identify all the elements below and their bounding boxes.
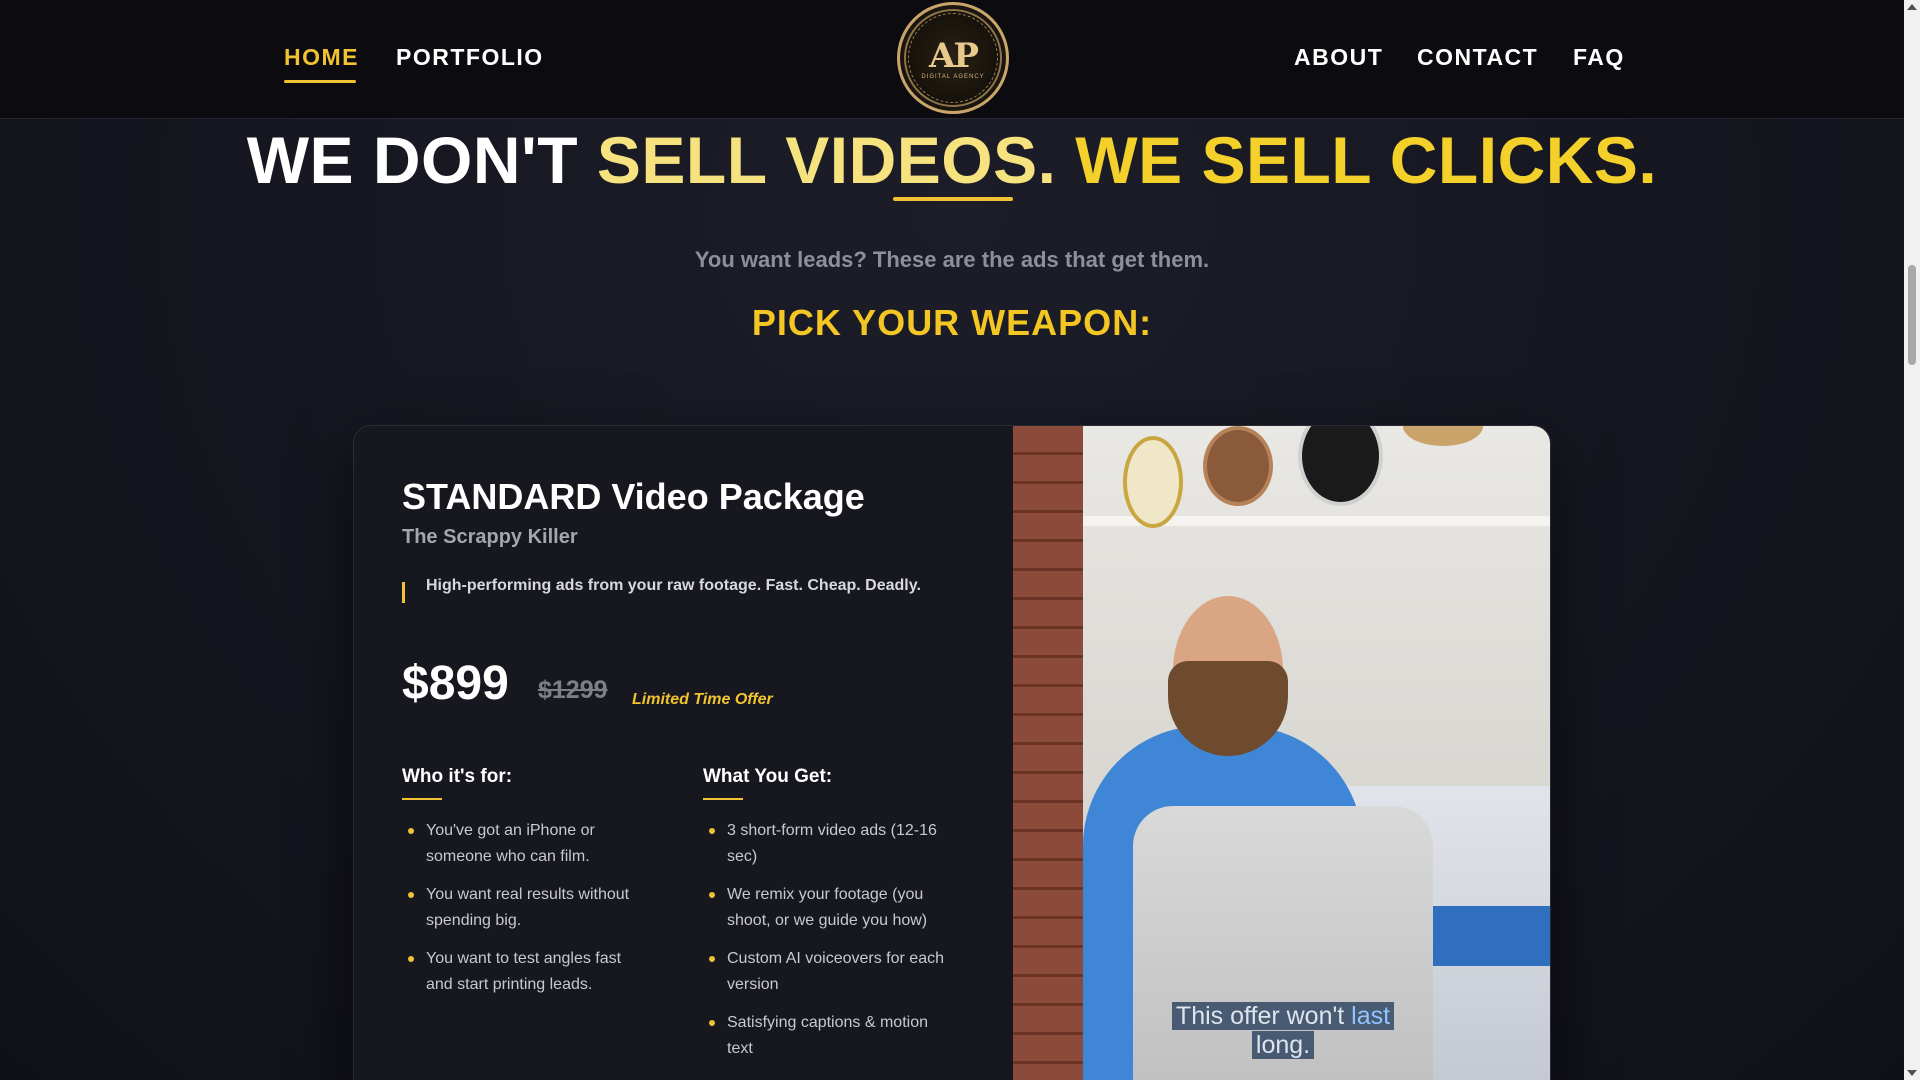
limited-offer-label: Limited Time Offer — [632, 691, 773, 708]
caption-highlight: last — [1351, 1002, 1391, 1030]
list-item-text: Satisfying captions & motion text — [727, 1014, 928, 1057]
video-caption: This offer won't last long. — [1013, 1002, 1550, 1060]
who-its-for-list: You've got an iPhone or someone who can … — [402, 818, 652, 1010]
bullet-dot — [408, 892, 414, 898]
video-wall-plaque — [1123, 436, 1183, 528]
caption-line-1: This offer won't last — [1171, 1002, 1395, 1030]
list-item-text: 3 short-form video ads (12-16 sec) — [727, 822, 937, 865]
package-price: $899 — [402, 657, 509, 710]
nav-portfolio-link[interactable]: PORTFOLIO — [396, 44, 544, 71]
pick-your-weapon-heading: PICK YOUR WEAPON: — [751, 302, 1153, 343]
video-wall-plaque — [1403, 426, 1483, 446]
who-heading-underline — [402, 798, 442, 800]
hero-underline-bar — [893, 197, 1013, 201]
list-item: 3 short-form video ads (12-16 sec) — [703, 818, 953, 870]
list-item-text: You want to test angles fast and start p… — [426, 950, 622, 993]
scroll-down-arrow-icon[interactable] — [1907, 1070, 1917, 1076]
what-you-get-heading: What You Get: — [703, 766, 833, 787]
video-wall-plaque — [1298, 426, 1383, 506]
bullet-dot — [709, 1020, 715, 1026]
package-subtitle: The Scrappy Killer — [402, 526, 578, 548]
what-you-get-list: 3 short-form video ads (12-16 sec) We re… — [703, 818, 953, 1074]
list-item: We remix your footage (you shoot, or we … — [703, 882, 953, 934]
bullet-dot — [709, 892, 715, 898]
package-old-price: $1299 — [538, 676, 608, 704]
scrollbar-thumb[interactable] — [1908, 265, 1916, 365]
bullet-dot — [709, 828, 715, 834]
video-wall-plaque — [1203, 426, 1273, 506]
package-title: STANDARD Video Package — [402, 476, 865, 517]
list-item: You've got an iPhone or someone who can … — [402, 818, 652, 870]
package-video-player[interactable]: This offer won't last long. — [1013, 426, 1550, 1080]
nav-active-underline — [284, 80, 356, 83]
hero-headline-part3: WE SELL CLICKS. — [1056, 123, 1658, 197]
nav-contact-link[interactable]: CONTACT — [1417, 44, 1538, 71]
what-heading-underline — [703, 798, 743, 800]
package-tagline: High-performing ads from your raw footag… — [426, 577, 921, 594]
standard-package-card: STANDARD Video Package The Scrappy Kille… — [353, 425, 1551, 1080]
list-item-text: We remix your footage (you shoot, or we … — [727, 886, 928, 929]
list-item-text: You've got an iPhone or someone who can … — [426, 822, 595, 865]
nav-home-link[interactable]: HOME — [284, 44, 359, 71]
hero-headline-part1: WE DON'T — [246, 123, 597, 197]
bullet-dot — [408, 828, 414, 834]
hero-headline: WE DON'T SELL VIDEOS. WE SELL CLICKS. — [0, 122, 1904, 198]
hero-headline-part2: SELL VIDEOS. — [596, 123, 1057, 197]
tagline-accent-bar — [402, 582, 405, 603]
list-item: Satisfying captions & motion text — [703, 1010, 953, 1062]
list-item: You want to test angles fast and start p… — [402, 946, 652, 998]
page: HOME PORTFOLIO AP DIGITAL AGENCY ABOUT C… — [0, 0, 1920, 1080]
list-item-text: Custom AI voiceovers for each version — [727, 950, 944, 993]
caption-text: This offer won't — [1175, 1002, 1352, 1030]
list-item: You want real results without spending b… — [402, 882, 652, 934]
package-details: STANDARD Video Package The Scrappy Kille… — [354, 426, 1013, 1080]
caption-line-2: long. — [1251, 1031, 1315, 1059]
nav-about-link[interactable]: ABOUT — [1294, 44, 1383, 71]
video-brick-wall — [1013, 426, 1083, 1080]
nav-faq-link[interactable]: FAQ — [1573, 44, 1625, 71]
scroll-up-arrow-icon[interactable] — [1907, 4, 1917, 10]
top-navbar: HOME PORTFOLIO AP DIGITAL AGENCY ABOUT C… — [0, 0, 1904, 119]
agency-logo[interactable]: AP DIGITAL AGENCY — [897, 2, 1009, 114]
logo-ring — [908, 13, 998, 103]
who-its-for-heading: Who it's for: — [402, 766, 513, 787]
hero-subtitle: You want leads? These are the ads that g… — [694, 247, 1210, 272]
list-item: Custom AI voiceovers for each version — [703, 946, 953, 998]
page-scrollbar[interactable] — [1904, 0, 1920, 1080]
bullet-dot — [408, 956, 414, 962]
list-item-text: You want real results without spending b… — [426, 886, 630, 929]
bullet-dot — [709, 956, 715, 962]
